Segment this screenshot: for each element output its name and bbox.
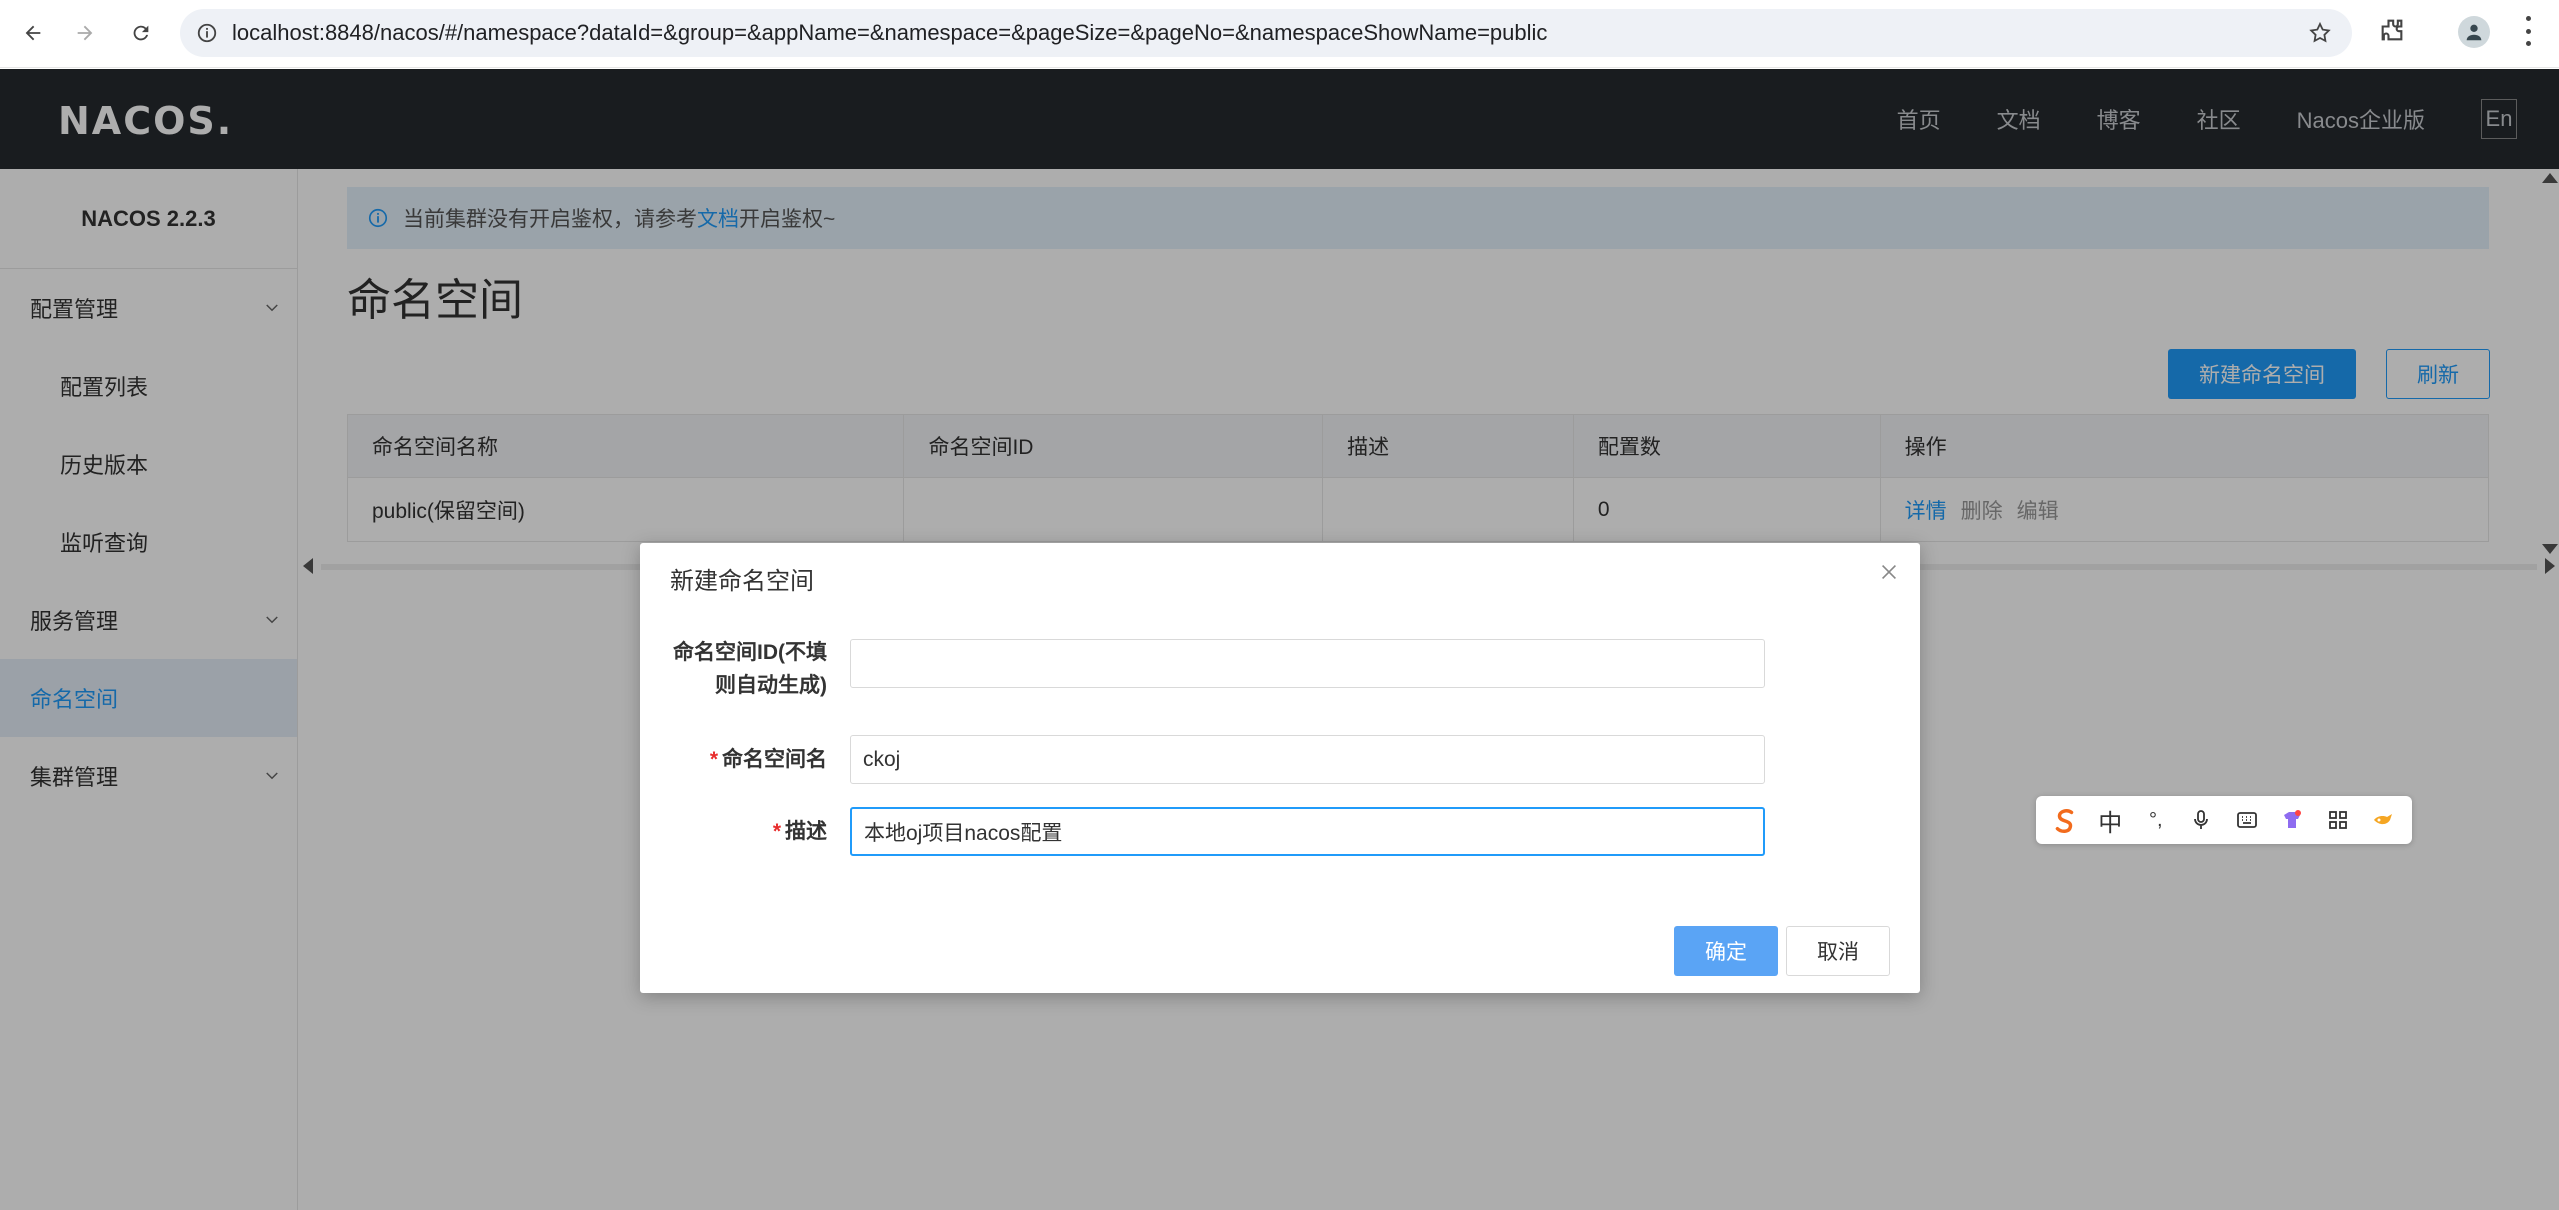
keyboard-icon[interactable] (2230, 803, 2264, 837)
ime-toolbar: 中 °, (2036, 796, 2412, 844)
ime-punctuation-mode[interactable]: °, (2139, 803, 2173, 837)
description-label: * 描述 (647, 815, 827, 848)
required-mark: * (709, 748, 718, 771)
person-icon (2466, 24, 2482, 41)
skin-icon[interactable] (2276, 803, 2310, 837)
namespace-id-input[interactable] (850, 639, 1765, 688)
mic-icon[interactable] (2185, 803, 2219, 837)
arrow-left-icon (25, 25, 41, 41)
namespace-id-label-line2: 则自动生成) (715, 674, 827, 697)
browser-toolbar: localhost:8848/nacos/#/namespace?dataId=… (0, 0, 2559, 68)
namespace-name-label-text: 命名空间名 (722, 748, 827, 771)
reload-icon (133, 25, 149, 41)
namespace-name-label: * 命名空间名 (647, 743, 827, 776)
description-label-text: 描述 (785, 820, 827, 843)
namespace-id-label-line1: 命名空间ID(不填 (673, 641, 827, 664)
bookmark-star-icon[interactable] (2308, 21, 2332, 45)
tools-icon[interactable] (2367, 803, 2401, 837)
arrow-right-icon (77, 25, 93, 41)
namespace-name-input[interactable]: ckoj (850, 735, 1765, 784)
forward-button[interactable] (66, 14, 104, 52)
profile-avatar[interactable] (2458, 16, 2490, 48)
address-bar[interactable]: localhost:8848/nacos/#/namespace?dataId=… (180, 9, 2352, 57)
url-text[interactable]: localhost:8848/nacos/#/namespace?dataId=… (232, 20, 1547, 46)
extensions-icon[interactable] (2378, 16, 2406, 44)
description-input[interactable]: 本地oj项目nacos配置 (850, 807, 1765, 856)
site-info-icon[interactable] (196, 22, 218, 44)
confirm-button[interactable]: 确定 (1674, 926, 1778, 976)
required-mark: * (772, 820, 781, 843)
back-button[interactable] (14, 14, 52, 52)
browser-menu-button[interactable] (2522, 16, 2534, 46)
namespace-id-label: 命名空间ID(不填 则自动生成) (647, 636, 827, 702)
grid-icon[interactable] (2321, 803, 2355, 837)
cancel-button[interactable]: 取消 (1786, 926, 1890, 976)
close-icon[interactable] (1878, 561, 1900, 583)
ime-chinese-mode[interactable]: 中 (2094, 803, 2128, 837)
dialog-title: 新建命名空间 (670, 568, 814, 595)
reload-button[interactable] (122, 14, 160, 52)
new-namespace-dialog: 新建命名空间 命名空间ID(不填 则自动生成) * 命名空间名 ckoj * 描述 … (640, 543, 1920, 993)
sogou-logo-icon[interactable] (2048, 803, 2082, 837)
